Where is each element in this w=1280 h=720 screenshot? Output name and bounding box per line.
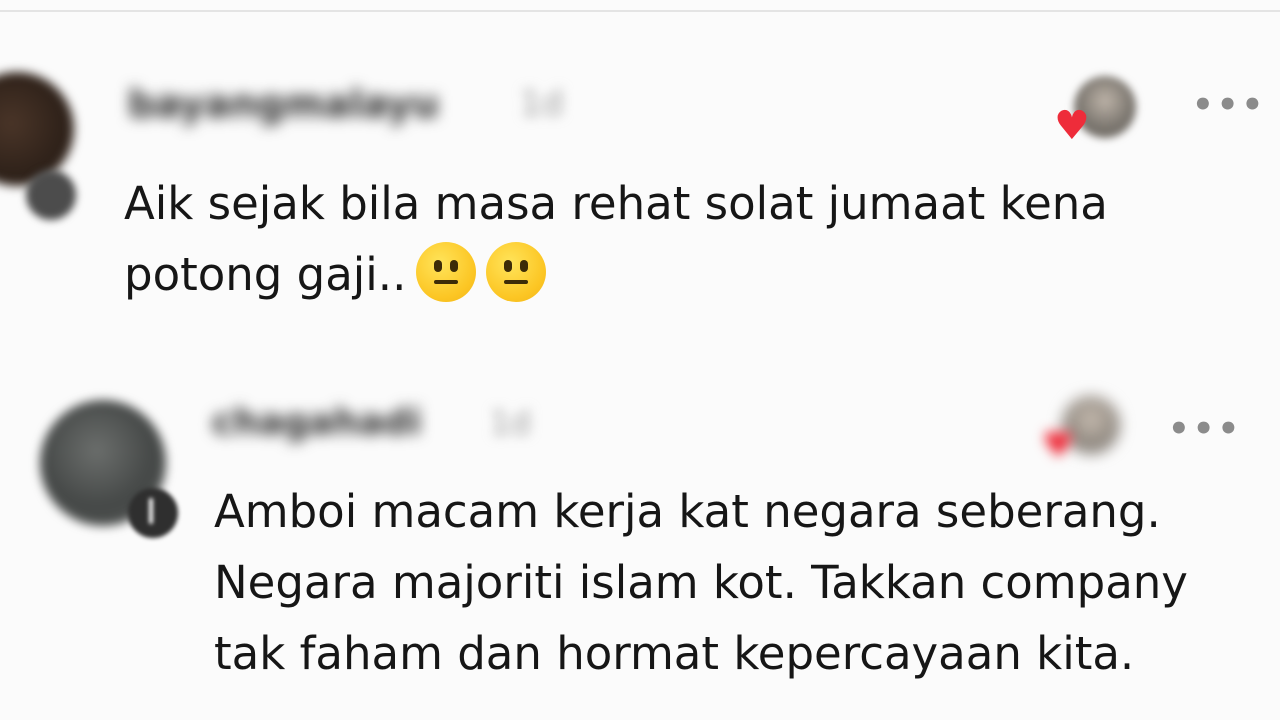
neutral-face-emoji-icon [486,242,547,303]
avatar-badge-icon [128,488,178,538]
more-options-button[interactable]: ••• [1192,88,1266,122]
comment-text: Aik sejak bila masa rehat solat jumaat k… [124,168,1108,310]
top-divider [0,10,1280,12]
comment-item: bayangmalayu 1d ♥ ••• Aik sejak bila mas… [0,60,1280,360]
comment-text-line: potong gaji.. [124,239,1108,310]
heart-icon: ♥ [1042,425,1075,466]
avatar[interactable] [0,72,74,186]
comment-timestamp: 1d [520,84,564,124]
comment-timestamp: 1d [490,404,531,442]
heart-icon: ♥ [1054,103,1090,149]
avatar-badge-icon [26,170,76,220]
comment-item: chagahadi 1d ♥ ••• Amboi macam kerja kat… [0,380,1280,710]
comment-username[interactable]: bayangmalayu [128,82,439,126]
comment-text-line: Negara majoriti islam kot. Takkan compan… [214,556,1188,610]
comment-text: Amboi macam kerja kat negara seberang. N… [214,476,1188,689]
comment-text-line: Aik sejak bila masa rehat solat jumaat k… [124,177,1108,230]
comment-text-line: Amboi macam kerja kat negara seberang. [214,485,1161,538]
neutral-face-emoji-icon [416,242,477,303]
comment-text-line: tak faham dan hormat kepercayaan kita. [214,627,1135,681]
comment-text-line-content: potong gaji.. [124,248,407,302]
comment-username[interactable]: chagahadi [212,402,421,443]
more-options-button[interactable]: ••• [1168,412,1242,446]
